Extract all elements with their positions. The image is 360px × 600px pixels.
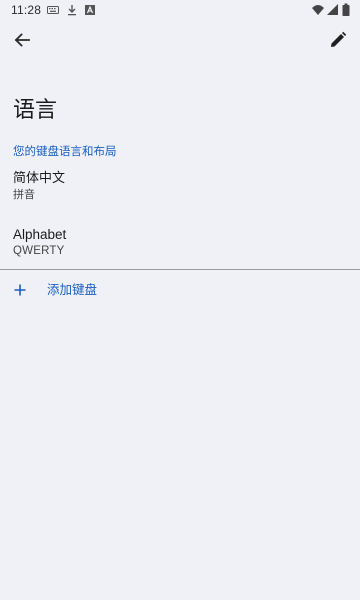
keyboard-list-item-alphabet[interactable]: Alphabet QWERTY: [0, 224, 360, 264]
plus-icon: [12, 282, 28, 298]
font-icon: [84, 3, 96, 17]
edit-button[interactable]: [322, 26, 354, 58]
keyboard-layout: QWERTY: [13, 245, 65, 257]
wifi-icon: [311, 3, 325, 17]
section-header: 您的键盘语言和布局: [13, 144, 117, 158]
pencil-icon: [329, 31, 347, 53]
back-button[interactable]: [6, 26, 38, 58]
status-bar: 11:28: [0, 0, 360, 20]
arrow-back-icon: [13, 31, 31, 53]
download-icon: [66, 3, 78, 17]
page-title: 语言: [13, 98, 58, 123]
keyboard-list-item-chinese[interactable]: 简体中文 拼音: [0, 168, 360, 208]
divider: [0, 269, 360, 270]
add-keyboard-button[interactable]: 添加键盘: [0, 276, 360, 304]
app-bar: [0, 20, 360, 64]
battery-icon: [342, 3, 350, 17]
add-keyboard-label: 添加键盘: [47, 282, 98, 297]
status-time: 11:28: [11, 3, 42, 17]
keyboard-language: Alphabet: [13, 227, 67, 242]
keyboard-language: 简体中文: [13, 171, 66, 186]
signal-icon: [327, 3, 339, 17]
keyboard-icon: [47, 3, 59, 17]
keyboard-layout: 拼音: [13, 188, 35, 201]
